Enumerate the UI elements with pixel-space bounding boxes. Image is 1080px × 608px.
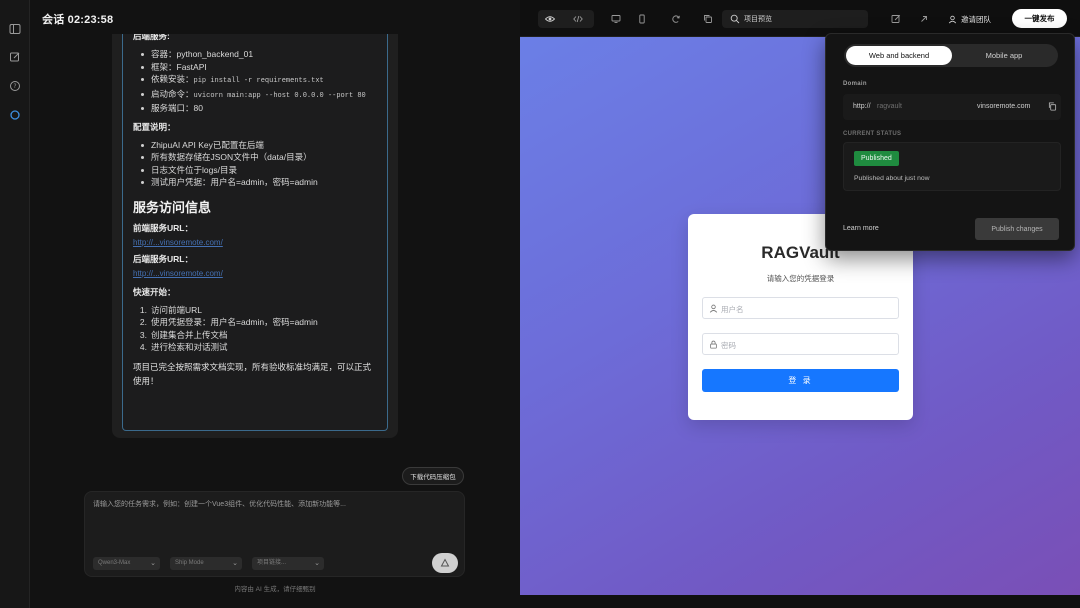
learn-more-link[interactable]: Learn more	[843, 225, 879, 232]
tab-mobile-app[interactable]: Mobile app	[951, 46, 1057, 65]
preview-toolbar: 项目预览 邀请团队 一键发布	[520, 0, 1080, 37]
domain-prefix: http://	[853, 103, 871, 110]
chevron-down-icon: ⌄	[150, 560, 156, 567]
list-item: 日志文件位于logs/目录	[133, 164, 379, 177]
open-external-icon[interactable]	[912, 10, 936, 28]
list-item: 2. 使用凭据登录：用户名=admin，密码=admin	[139, 317, 318, 327]
status-note: Published about just now	[854, 175, 930, 182]
project-select[interactable]: 项目链接... ⌄	[252, 557, 324, 570]
config-heading: 配置说明：	[133, 121, 176, 132]
user-icon	[948, 15, 957, 23]
new-chat-icon[interactable]	[6, 48, 24, 66]
current-status-label: CURRENT STATUS	[843, 131, 902, 137]
list-item: 容器：python_backend_01	[133, 48, 379, 61]
copy-icon[interactable]	[1048, 102, 1057, 111]
session-title: 会话 02:23:58	[42, 14, 114, 26]
mode-select[interactable]: Ship Mode ⌄	[170, 557, 242, 570]
tab-web-and-backend[interactable]: Web and backend	[846, 46, 952, 65]
refresh-icon[interactable]	[664, 10, 688, 28]
backend-url-link[interactable]: http://...vinsoremote.com/	[133, 269, 379, 278]
send-icon	[440, 558, 450, 567]
status-badge: Published	[854, 151, 899, 166]
domain-label: Domain	[843, 81, 867, 87]
composer: 请输入您的任务需求，例如：创建一个Vue3组件、优化代码性能、添加新功能等...…	[84, 491, 465, 577]
status-panel: Published Published about just now	[843, 142, 1061, 191]
list-item: 所有数据存储在JSON文件中（data/目录）	[133, 151, 379, 164]
list-item: 启动命令：uvicorn main:app --host 0.0.0.0 --p…	[133, 88, 379, 103]
backend-list: 容器：python_backend_01 框架：FastAPI 依赖安装：pip…	[133, 48, 379, 115]
login-button[interactable]: 登 录	[702, 369, 899, 392]
quickstart-list: 1. 访问前端URL 2. 使用凭据登录：用户名=admin，密码=admin 3.…	[133, 304, 379, 354]
user-icon	[709, 304, 718, 313]
edit-icon[interactable]	[884, 10, 908, 28]
task-input[interactable]: 请输入您的任务需求，例如：创建一个Vue3组件、优化代码性能、添加新功能等...	[93, 499, 346, 509]
list-item-prefix: 依赖安装：	[151, 74, 194, 84]
desktop-icon[interactable]	[604, 10, 628, 28]
one-click-publish-button[interactable]: 一键发布	[1012, 9, 1067, 28]
list-item: 框架：FastAPI	[133, 61, 379, 74]
invite-team-label: 邀请团队	[961, 14, 991, 24]
view-toggle-group	[538, 10, 594, 28]
list-item: 服务端口：80	[133, 102, 379, 115]
list-item: ZhipuAI API Key已配置在后端	[133, 139, 379, 152]
domain-suffix: vinsoremote.com	[977, 103, 1031, 110]
config-list: ZhipuAI API Key已配置在后端 所有数据存储在JSON文件中（dat…	[133, 139, 379, 189]
ai-disclaimer: 内容由 AI 生成，请仔细甄别	[234, 586, 316, 593]
list-item: 测试用户凭据：用户名=admin，密码=admin	[133, 176, 379, 189]
list-item: 4. 进行检索和对话测试	[139, 342, 228, 352]
subdomain-input[interactable]: ragvault	[877, 103, 902, 110]
copy-icon[interactable]	[696, 10, 720, 28]
app-window: ? 会话 02:23:58 后端服务: 容器：python_backend_01…	[0, 0, 1080, 608]
left-rail: ?	[0, 0, 30, 608]
chevron-down-icon: ⌄	[314, 560, 320, 567]
backend-url-label: 后端服务URL：	[133, 253, 193, 264]
device-toggle-group	[604, 10, 650, 28]
activity-icon[interactable]	[6, 106, 24, 124]
list-item: 依赖安装：pip install -r requirements.txt	[133, 73, 379, 88]
username-placeholder: 用户名	[721, 305, 744, 314]
publish-changes-button[interactable]: Publish changes	[975, 218, 1059, 240]
sidebar-toggle-icon[interactable]	[6, 20, 24, 38]
list-item: 3. 创建集合并上传文档	[139, 329, 228, 340]
mobile-icon[interactable]	[630, 10, 654, 28]
code-icon[interactable]	[566, 10, 590, 28]
publish-target-tabs: Web and backend Mobile app	[844, 44, 1058, 67]
list-item-prefix: 启动命令：	[151, 88, 194, 99]
password-placeholder: 密码	[721, 341, 736, 350]
quickstart-heading: 快速开始：	[133, 286, 176, 297]
preview-address-bar[interactable]: 项目预览	[722, 10, 868, 28]
domain-field: http:// ragvault vinsoremote.com	[843, 94, 1061, 120]
service-info-heading: 服务访问信息	[133, 199, 212, 215]
preview-bottom-strip	[520, 595, 1080, 608]
login-subtitle: 请输入您的凭据登录	[766, 274, 835, 283]
eye-icon[interactable]	[538, 10, 562, 28]
password-field[interactable]: 密码	[702, 333, 899, 355]
download-code-button[interactable]: 下载代码压缩包	[402, 467, 464, 485]
username-field[interactable]: 用户名	[702, 297, 899, 319]
list-item: 1. 访问前端URL	[139, 304, 203, 315]
publish-popover: Web and backend Mobile app Domain http:/…	[825, 33, 1075, 251]
backend-heading: 后端服务:	[133, 34, 170, 41]
assistant-message-content: 后端服务: 容器：python_backend_01 框架：FastAPI 依赖…	[122, 34, 388, 431]
code-inline: pip install -r requirements.txt	[193, 77, 324, 85]
help-icon[interactable]: ?	[6, 77, 24, 95]
frontend-url-label: 前端服务URL：	[133, 222, 193, 233]
svg-text:?: ?	[13, 83, 16, 90]
address-text: 项目预览	[744, 16, 772, 23]
frontend-url-link[interactable]: http://...vinsoremote.com/	[133, 238, 379, 247]
search-icon	[730, 14, 740, 24]
model-select[interactable]: Qwen3-Max ⌄	[93, 557, 160, 570]
send-button[interactable]	[432, 553, 458, 573]
chevron-down-icon: ⌄	[232, 560, 238, 567]
lock-icon	[710, 340, 717, 349]
closing-paragraph: 项目已完全按照需求文档实现，所有验收标准均满足，可以正式使用！	[133, 361, 372, 386]
invite-team-button[interactable]: 邀请团队	[948, 10, 1000, 28]
code-inline: uvicorn main:app --host 0.0.0.0 --port 8…	[193, 91, 366, 100]
